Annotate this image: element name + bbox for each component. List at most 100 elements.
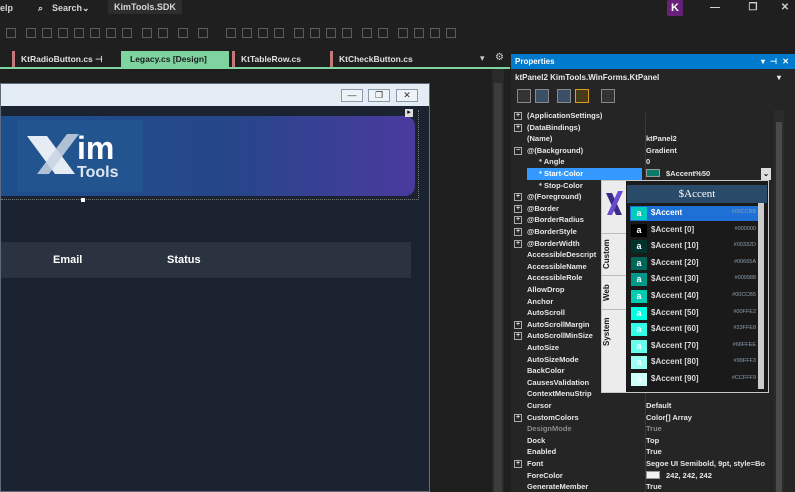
property-row[interactable]: (Name) ktPanel2 bbox=[511, 133, 773, 145]
expander-icon[interactable]: + bbox=[514, 460, 522, 468]
resize-handle[interactable] bbox=[81, 198, 85, 202]
align-icon[interactable] bbox=[90, 28, 100, 38]
order-icon[interactable] bbox=[430, 28, 440, 38]
expander-icon[interactable]: + bbox=[514, 216, 522, 225]
dropdown-button[interactable]: ⌄ bbox=[761, 168, 771, 180]
center-icon[interactable] bbox=[362, 28, 372, 38]
property-value[interactable]: Segoe UI Semibold, 9pt, style=Bo bbox=[646, 458, 773, 470]
avatar[interactable]: K bbox=[667, 0, 683, 16]
expander-icon[interactable]: + bbox=[514, 123, 522, 132]
spacing-icon[interactable] bbox=[294, 28, 304, 38]
spacing-icon[interactable] bbox=[310, 28, 320, 38]
order-icon[interactable] bbox=[446, 28, 456, 38]
spacing-icon[interactable] bbox=[258, 28, 268, 38]
expander-icon[interactable]: − bbox=[514, 146, 522, 155]
spacing-icon[interactable] bbox=[326, 28, 336, 38]
center-icon[interactable] bbox=[378, 28, 388, 38]
object-selector[interactable]: ktPanel2 KimTools.WinForms.KtPanel ▾ bbox=[511, 71, 795, 84]
events-icon[interactable] bbox=[575, 89, 589, 103]
designer-scrollbar[interactable] bbox=[492, 69, 504, 492]
categorized-icon[interactable] bbox=[517, 89, 531, 103]
tab-ktradiobutton[interactable]: KtRadioButton.cs ⊣ bbox=[12, 51, 116, 67]
color-swatch-item[interactable]: a $Accent #00CCBB bbox=[630, 206, 760, 221]
expander-icon[interactable]: + bbox=[514, 204, 522, 213]
property-row[interactable]: GenerateMember True bbox=[511, 481, 773, 492]
pin-icon[interactable]: ⊣ bbox=[770, 54, 777, 69]
restore-button[interactable]: ❐ bbox=[738, 0, 768, 16]
designed-form[interactable]: — ❐ ✕ im Tools ▸ Email Status bbox=[0, 83, 430, 492]
smart-tag-icon[interactable]: ▸ bbox=[405, 109, 413, 117]
close-button[interactable]: ✕ bbox=[770, 0, 795, 16]
expander-icon[interactable]: + bbox=[514, 228, 522, 236]
property-value[interactable]: Gradient bbox=[646, 145, 773, 157]
color-swatch-item[interactable]: a $Accent [90] #CCFFF9 bbox=[630, 372, 760, 387]
property-value[interactable]: Color[] Array bbox=[646, 412, 773, 424]
property-value[interactable]: True bbox=[646, 423, 773, 435]
chevron-down-icon[interactable]: ▾ bbox=[777, 71, 781, 84]
color-swatch-item[interactable]: a $Accent [20] #00665A bbox=[630, 256, 760, 271]
tab-overflow-icon[interactable]: ▾ bbox=[480, 53, 485, 64]
order-icon[interactable] bbox=[398, 28, 408, 38]
property-row[interactable]: * Start-Color $Accent%50 ⌄ bbox=[511, 168, 773, 180]
pin-icon[interactable]: ⊣ bbox=[95, 54, 102, 64]
expander-icon[interactable]: + bbox=[514, 112, 522, 120]
color-swatch-item[interactable]: a $Accent [40] #00CCB5 bbox=[630, 289, 760, 304]
properties-icon[interactable] bbox=[557, 89, 571, 103]
alphabetical-icon[interactable] bbox=[535, 89, 549, 103]
tab-kttablerow[interactable]: KtTableRow.cs bbox=[232, 51, 326, 67]
close-icon[interactable]: ✕ bbox=[782, 54, 789, 69]
property-row[interactable]: Enabled True bbox=[511, 446, 773, 458]
property-value[interactable]: True bbox=[646, 446, 773, 458]
minimize-button[interactable]: — bbox=[700, 0, 730, 16]
menu-help[interactable]: elp bbox=[0, 3, 13, 13]
tab-system[interactable]: System bbox=[602, 309, 626, 353]
color-swatch-item[interactable]: a $Accent [60] #33FFE8 bbox=[630, 322, 760, 337]
search-icon[interactable]: ⌕ bbox=[38, 3, 43, 14]
property-row[interactable]: − @(Background) Gradient bbox=[511, 145, 773, 157]
property-row[interactable]: + (DataBindings) bbox=[511, 122, 773, 134]
size-icon[interactable] bbox=[178, 28, 188, 38]
column-header-email[interactable]: Email bbox=[53, 254, 82, 266]
scrollbar-thumb[interactable] bbox=[494, 83, 502, 492]
color-swatch-item[interactable]: a $Accent [80] #99FFF3 bbox=[630, 355, 760, 370]
align-icon[interactable] bbox=[58, 28, 68, 38]
expander-icon[interactable]: + bbox=[514, 413, 522, 422]
property-value[interactable]: 0 bbox=[646, 156, 773, 168]
expander-icon[interactable]: + bbox=[514, 320, 522, 329]
picker-scrollbar[interactable] bbox=[758, 203, 764, 389]
wrench-icon[interactable] bbox=[601, 89, 615, 103]
align-icon[interactable] bbox=[6, 28, 16, 38]
align-icon[interactable] bbox=[106, 28, 116, 38]
expander-icon[interactable]: + bbox=[514, 332, 522, 341]
size-icon[interactable] bbox=[158, 28, 168, 38]
property-value[interactable]: Default bbox=[646, 400, 773, 412]
expander-icon[interactable]: + bbox=[514, 239, 522, 248]
spacing-icon[interactable] bbox=[342, 28, 352, 38]
property-row[interactable]: Cursor Default bbox=[511, 400, 773, 412]
property-value[interactable]: True bbox=[646, 481, 773, 492]
spacing-icon[interactable] bbox=[242, 28, 252, 38]
tab-custom[interactable]: Custom bbox=[602, 233, 626, 275]
scrollbar-thumb[interactable] bbox=[776, 122, 782, 492]
spacing-icon[interactable] bbox=[274, 28, 284, 38]
property-row[interactable]: DesignMode True bbox=[511, 423, 773, 435]
order-icon[interactable] bbox=[414, 28, 424, 38]
align-icon[interactable] bbox=[122, 28, 132, 38]
align-icon[interactable] bbox=[74, 28, 84, 38]
tab-legacy-design[interactable]: Legacy.cs [Design] bbox=[121, 51, 229, 67]
align-icon[interactable] bbox=[26, 28, 36, 38]
property-row[interactable]: + Font Segoe UI Semibold, 9pt, style=Bo bbox=[511, 458, 773, 470]
property-row[interactable]: ForeColor 242, 242, 242 bbox=[511, 470, 773, 482]
color-swatch-item[interactable]: a $Accent [0] #000000 bbox=[630, 223, 760, 238]
panel-dropdown-icon[interactable]: ▾ bbox=[761, 54, 765, 69]
color-swatch-item[interactable]: a $Accent [70] #66FFEE bbox=[630, 339, 760, 354]
property-value[interactable]: 242, 242, 242 bbox=[646, 470, 773, 482]
tab-ktcheckbutton[interactable]: KtCheckButton.cs bbox=[330, 51, 460, 67]
properties-scrollbar[interactable] bbox=[774, 110, 784, 492]
designer-surface[interactable]: — ❐ ✕ im Tools ▸ Email Status bbox=[0, 69, 492, 492]
property-row[interactable]: Dock Top bbox=[511, 435, 773, 447]
zoom-icon[interactable] bbox=[198, 28, 208, 38]
spacing-icon[interactable] bbox=[226, 28, 236, 38]
expander-icon[interactable]: + bbox=[514, 193, 522, 202]
property-row[interactable]: * Angle 0 bbox=[511, 156, 773, 168]
